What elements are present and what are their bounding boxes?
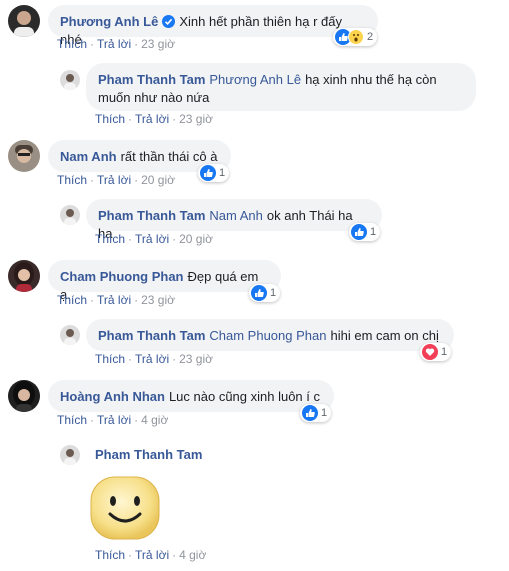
comment-actions: Thích · Trả lời · 20 giờ (95, 232, 213, 246)
comment-actions: Thích · Trả lời · 23 giờ (57, 293, 175, 307)
avatar[interactable] (60, 325, 80, 345)
reaction-count: 1 (219, 167, 226, 179)
comment-author[interactable]: Hoàng Anh Nhan (60, 389, 165, 404)
avatar[interactable] (60, 70, 80, 90)
timestamp[interactable]: 4 giờ (141, 413, 168, 427)
reply-bubble: Pham Thanh Tam Cham Phuong Phan hihi em ca… (86, 319, 454, 351)
tagged-name[interactable]: Cham Phuong Phan (209, 328, 326, 343)
timestamp[interactable]: 23 giờ (141, 37, 175, 51)
comment-author[interactable]: Pham Thanh Tam (98, 208, 205, 223)
comment-author[interactable]: Pham Thanh Tam (95, 447, 202, 462)
reply-link[interactable]: Trả lời (135, 352, 169, 366)
like-link[interactable]: Thích (95, 112, 125, 126)
reaction-count: 1 (321, 407, 328, 419)
comment-bubble: Phương Anh Lê Xinh hết phần thiên hạ r đấ… (48, 5, 378, 47)
reaction-summary[interactable]: 2 (333, 28, 378, 46)
comment-author[interactable]: Pham Thanh Tam (98, 328, 205, 343)
reaction-summary[interactable]: 1 (198, 164, 230, 182)
like-icon (200, 165, 216, 181)
reply-link[interactable]: Trả lời (97, 293, 131, 307)
timestamp[interactable]: 4 giờ (179, 548, 206, 562)
comment-actions: Thích · Trả lời · 23 giờ (95, 352, 213, 366)
reply-link[interactable]: Trả lời (97, 173, 131, 187)
reply-link[interactable]: Trả lời (135, 112, 169, 126)
timestamp[interactable]: 23 giờ (141, 293, 175, 307)
like-icon (302, 405, 318, 421)
comment-bubble: Cham Phuong Phan Đẹp quá em ạ. (48, 260, 281, 302)
reaction-count: 1 (270, 287, 277, 299)
tagged-name[interactable]: Nam Anh (209, 208, 262, 223)
reaction-count: 1 (441, 346, 448, 358)
smiley-sticker[interactable] (88, 474, 162, 542)
like-link[interactable]: Thích (57, 173, 87, 187)
reply-link[interactable]: Trả lời (97, 413, 131, 427)
tagged-name[interactable]: Phương Anh Lê (209, 72, 301, 87)
like-icon (251, 285, 267, 301)
comment-actions: Thích · Trả lời · 4 giờ (95, 548, 207, 562)
reaction-summary[interactable]: 1 (420, 343, 452, 361)
comment-author[interactable]: Phương Anh Lê (60, 14, 158, 29)
comment-author[interactable]: Cham Phuong Phan (60, 269, 184, 284)
avatar[interactable] (60, 205, 80, 225)
comment-author[interactable]: Pham Thanh Tam (98, 72, 205, 87)
comment-text: rất thần thái cô à (120, 149, 218, 164)
reaction-count: 1 (370, 226, 377, 238)
comment-actions: Thích · Trả lời · 20 giờ (57, 173, 175, 187)
reply-bubble: Pham Thanh Tam Phương Anh Lê hạ xinh nhu t… (86, 63, 476, 111)
comment-author[interactable]: Nam Anh (60, 149, 117, 164)
like-icon (351, 224, 367, 240)
timestamp[interactable]: 23 giờ (179, 352, 213, 366)
reply-bubble: Pham Thanh Tam Nam Anh ok anh Thái ha ha (86, 199, 382, 241)
like-link[interactable]: Thích (95, 548, 125, 562)
timestamp[interactable]: 23 giờ (179, 112, 213, 126)
comment-text: hihi em cam on chị (330, 328, 439, 343)
like-link[interactable]: Thích (95, 352, 125, 366)
avatar[interactable] (8, 5, 40, 37)
love-icon (422, 344, 438, 360)
comment-actions: Thích · Trả lời · 23 giờ (57, 37, 175, 51)
avatar[interactable] (8, 260, 40, 292)
reply-link[interactable]: Trả lời (135, 232, 169, 246)
avatar[interactable] (60, 445, 80, 465)
wow-icon (348, 29, 364, 45)
comment-bubble: Hoàng Anh Nhan Luc nào cũng xinh luôn í c (48, 380, 334, 412)
timestamp[interactable]: 20 giờ (141, 173, 175, 187)
avatar[interactable] (8, 380, 40, 412)
comment-actions: Thích · Trả lời · 4 giờ (57, 413, 169, 427)
reply-link[interactable]: Trả lời (97, 37, 131, 51)
reaction-summary[interactable]: 1 (249, 284, 281, 302)
verified-badge-icon (162, 15, 176, 28)
reaction-count: 2 (367, 31, 374, 43)
like-link[interactable]: Thích (57, 293, 87, 307)
like-link[interactable]: Thích (57, 37, 87, 51)
reply-link[interactable]: Trả lời (135, 548, 169, 562)
like-link[interactable]: Thích (57, 413, 87, 427)
reaction-summary[interactable]: 1 (349, 223, 381, 241)
comment-text: Luc nào cũng xinh luôn í c (168, 389, 321, 404)
comment-actions: Thích · Trả lời · 23 giờ (95, 112, 213, 126)
reaction-summary[interactable]: 1 (300, 404, 332, 422)
avatar[interactable] (8, 140, 40, 172)
timestamp[interactable]: 20 giờ (179, 232, 213, 246)
like-link[interactable]: Thích (95, 232, 125, 246)
